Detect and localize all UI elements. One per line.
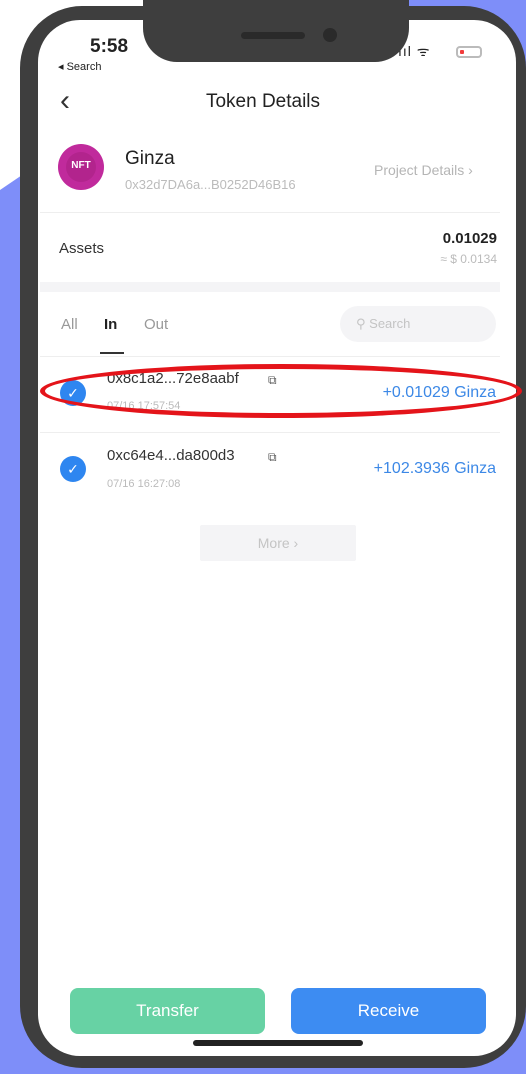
camera-icon	[323, 28, 337, 42]
tab-out[interactable]: Out	[144, 316, 168, 333]
status-time: 5:58	[90, 36, 129, 57]
divider	[40, 356, 500, 357]
active-tab-indicator	[100, 352, 124, 354]
tx-amount: +102.3936 Ginza	[373, 460, 496, 477]
search-input[interactable]: ⚲ Search	[340, 306, 496, 342]
divider	[40, 212, 500, 213]
battery-icon	[456, 46, 482, 58]
receive-button[interactable]: Receive	[291, 988, 486, 1034]
assets-usd-value: ≈ $ 0.0134	[440, 252, 497, 266]
token-logo: NFT	[58, 144, 104, 190]
tx-date: 07/16 16:27:08	[107, 478, 181, 490]
search-placeholder: Search	[369, 316, 411, 331]
token-name: Ginza	[125, 148, 175, 169]
project-details-link[interactable]: Project Details ›	[374, 162, 473, 178]
tx-hash[interactable]: 0xc64e4...da800d3	[107, 447, 235, 464]
token-address: 0x32d7DA6a...B0252D46B16	[125, 177, 296, 192]
transfer-button[interactable]: Transfer	[70, 988, 265, 1034]
page-title: Token Details	[205, 91, 321, 112]
more-button[interactable]: More ›	[200, 525, 356, 561]
speaker-grille	[241, 32, 305, 39]
divider	[40, 432, 500, 433]
phone-notch	[143, 0, 409, 62]
token-logo-text: NFT	[71, 160, 91, 171]
assets-amount: 0.01029	[442, 230, 497, 247]
tab-all[interactable]: All	[61, 316, 78, 333]
highlight-annotation	[40, 364, 522, 418]
tx-status-icon: ✓	[60, 456, 86, 482]
back-to-search-link[interactable]: ◂ Search	[58, 60, 101, 73]
search-icon: ⚲	[356, 316, 366, 331]
assets-label: Assets	[59, 240, 105, 257]
home-indicator[interactable]	[193, 1040, 363, 1046]
copy-icon[interactable]: ⧉	[268, 450, 277, 465]
section-separator	[40, 282, 500, 292]
tab-in[interactable]: In	[104, 316, 117, 333]
